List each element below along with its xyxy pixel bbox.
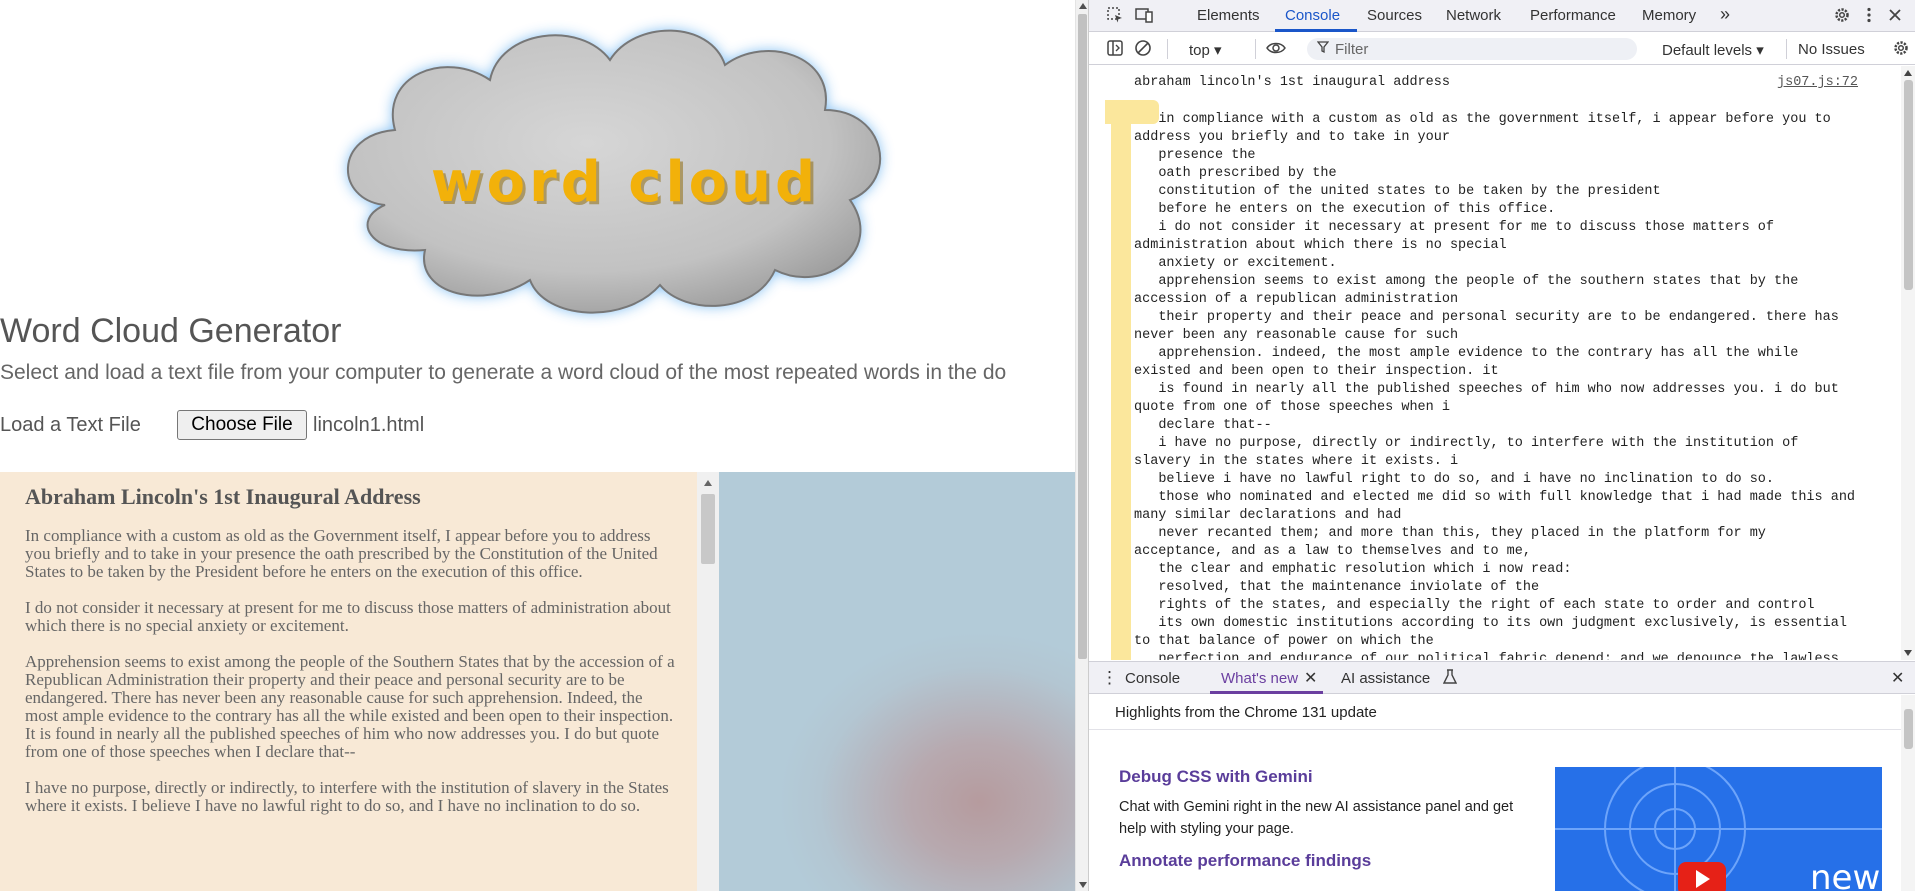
page-scrollbar[interactable] xyxy=(1075,0,1088,891)
device-toolbar-icon[interactable] xyxy=(1134,6,1154,26)
divider xyxy=(1089,729,1901,730)
web-page: word cloud word cloud Word Cloud Generat… xyxy=(0,0,1075,891)
scroll-thumb[interactable] xyxy=(1078,14,1087,659)
scroll-down-arrow-icon[interactable] xyxy=(1904,650,1912,656)
close-tab-icon[interactable]: ✕ xyxy=(1304,668,1317,688)
scroll-down-arrow-icon[interactable] xyxy=(1079,882,1087,888)
whats-new-panel: Highlights from the Chrome 131 update De… xyxy=(1089,695,1915,891)
feature-title-debug-css[interactable]: Debug CSS with Gemini xyxy=(1119,767,1313,787)
filter-placeholder: Filter xyxy=(1335,41,1369,58)
toolbar-separator xyxy=(1167,39,1168,59)
scroll-thumb[interactable] xyxy=(701,494,715,564)
close-drawer-icon[interactable]: ✕ xyxy=(1891,668,1904,688)
drawer-tab-console[interactable]: Console xyxy=(1125,670,1180,687)
whats-new-highlights: Highlights from the Chrome 131 update xyxy=(1115,704,1377,721)
more-tabs-chevron-icon[interactable]: » xyxy=(1720,4,1730,25)
choose-file-button[interactable]: Choose File xyxy=(177,410,307,440)
active-tab-indicator xyxy=(1275,29,1357,32)
tab-elements[interactable]: Elements xyxy=(1197,7,1260,24)
scroll-up-arrow-icon[interactable] xyxy=(1079,3,1087,9)
context-selector[interactable]: top ▾ xyxy=(1189,41,1222,59)
scroll-up-arrow-icon[interactable] xyxy=(1904,70,1912,76)
whats-new-scrollbar[interactable] xyxy=(1901,695,1915,891)
clear-console-icon[interactable] xyxy=(1133,39,1153,59)
word-cloud-canvas xyxy=(719,472,1075,891)
live-expression-eye-icon[interactable] xyxy=(1266,39,1286,59)
devtools-panel: Elements Console Sources Network Perform… xyxy=(1088,0,1915,891)
highlight-marker xyxy=(1111,100,1131,660)
console-output[interactable]: abraham lincoln's 1st inaugural address … xyxy=(1089,66,1915,660)
document-paragraph: In compliance with a custom as old as th… xyxy=(25,526,658,581)
video-overlay-text: new xyxy=(1810,858,1880,891)
page-subtitle: Select and load a text file from your co… xyxy=(0,361,1007,384)
whats-new-video-thumbnail[interactable]: new xyxy=(1555,767,1882,891)
document-text-panel[interactable]: Abraham Lincoln's 1st Inaugural Address … xyxy=(0,472,697,891)
active-drawer-tab-indicator xyxy=(1210,691,1323,694)
tab-console[interactable]: Console xyxy=(1285,7,1340,24)
scroll-thumb[interactable] xyxy=(1904,709,1913,749)
document-body: In compliance with a custom as old as th… xyxy=(25,527,675,833)
tab-performance[interactable]: Performance xyxy=(1530,7,1616,24)
devtools-tab-bar: Elements Console Sources Network Perform… xyxy=(1089,0,1915,32)
settings-gear-icon[interactable] xyxy=(1832,6,1852,26)
feature-description: Chat with Gemini right in the new AI ass… xyxy=(1119,799,1514,837)
drawer-tab-whats-new[interactable]: What's new xyxy=(1221,670,1298,687)
document-paragraph: I do not consider it necessary at presen… xyxy=(25,598,671,635)
tab-network[interactable]: Network xyxy=(1446,7,1501,24)
document-paragraph: Apprehension seems to exist among the pe… xyxy=(25,652,675,761)
drawer-tab-bar: ⋮ Console What's new ✕ AI assistance ✕ xyxy=(1089,661,1915,694)
console-settings-gear-icon[interactable] xyxy=(1891,39,1911,59)
feature-title-annotate-performance[interactable]: Annotate performance findings xyxy=(1119,851,1371,871)
scroll-up-arrow-icon[interactable] xyxy=(704,480,712,486)
issues-counter[interactable]: No Issues xyxy=(1798,41,1865,58)
load-file-label: Load a Text File xyxy=(0,414,141,436)
console-log-message: in compliance with a custom as old as th… xyxy=(1134,112,1856,660)
console-log-source-link[interactable]: js07.js:72 xyxy=(1777,75,1858,90)
filter-input[interactable]: Filter xyxy=(1307,38,1637,60)
selected-file-name: lincoln1.html xyxy=(313,414,425,436)
inspect-element-icon[interactable] xyxy=(1105,6,1125,26)
logo-text: word cloud xyxy=(431,150,819,215)
page-title: Word Cloud Generator xyxy=(0,312,342,350)
console-log-header: abraham lincoln's 1st inaugural address xyxy=(1134,75,1450,90)
close-devtools-icon[interactable] xyxy=(1885,6,1905,26)
console-toolbar: top ▾ Filter Default levels ▾ No Issues xyxy=(1089,33,1915,65)
document-heading: Abraham Lincoln's 1st Inaugural Address xyxy=(25,484,421,509)
toolbar-separator xyxy=(1255,39,1256,59)
word-cloud-logo: word cloud word cloud xyxy=(347,29,882,314)
toolbar-separator xyxy=(1786,39,1787,59)
document-paragraph: I have no purpose, directly or indirectl… xyxy=(25,778,669,815)
console-scrollbar[interactable] xyxy=(1901,66,1915,660)
drawer-menu-icon[interactable]: ⋮ xyxy=(1101,668,1118,688)
tab-memory[interactable]: Memory xyxy=(1642,7,1696,24)
experiment-flask-icon xyxy=(1442,669,1458,689)
document-scrollbar[interactable] xyxy=(697,472,719,891)
filter-funnel-icon xyxy=(1316,40,1330,57)
drawer-tab-ai-assistance[interactable]: AI assistance xyxy=(1341,670,1430,687)
log-levels-dropdown[interactable]: Default levels ▾ xyxy=(1662,41,1764,59)
scroll-thumb[interactable] xyxy=(1904,80,1913,290)
sidebar-toggle-icon[interactable] xyxy=(1105,39,1125,59)
tab-sources[interactable]: Sources xyxy=(1367,7,1422,24)
more-options-icon[interactable] xyxy=(1859,6,1879,26)
